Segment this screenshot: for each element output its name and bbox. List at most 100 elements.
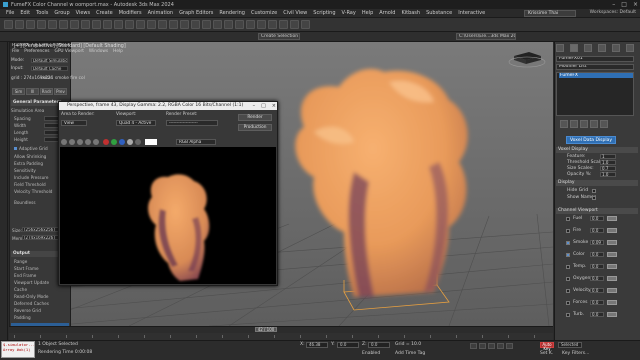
fumefx-menu-help[interactable]: Help [113,49,123,55]
menu-item-edit[interactable]: Edit [20,10,30,16]
menu-item-group[interactable]: Group [54,10,69,16]
copy-image-icon[interactable] [69,139,75,145]
workspace-selector[interactable]: Workspaces: Default [590,10,636,15]
voxel-display-header[interactable]: Voxel Display [556,147,638,153]
clone-window-icon[interactable] [77,139,83,145]
clear-icon[interactable] [93,139,99,145]
menu-item-civil-view[interactable]: Civil View [283,10,307,16]
modify-tab-icon[interactable] [570,44,578,52]
menu-item-create[interactable]: Create [96,10,113,16]
print-icon[interactable] [85,139,91,145]
schematic-view-icon[interactable] [224,20,233,29]
go-to-end-icon[interactable] [506,343,513,349]
voxel-param-value-1[interactable]: 1.0 [600,160,616,165]
channel-color-swatch-6[interactable] [607,288,617,293]
channel-value-7[interactable]: 0.0 [590,300,604,305]
go-to-start-icon[interactable] [470,343,477,349]
show-end-result-icon[interactable] [570,120,578,128]
menu-item-animation[interactable]: Animation [148,10,174,16]
menu-item-modifiers[interactable]: Modifiers [119,10,142,16]
pivot-icon[interactable] [158,20,167,29]
select-object-icon[interactable] [70,20,79,29]
link-icon[interactable] [26,20,35,29]
display-checkbox-1[interactable] [592,196,596,200]
fumefx-tab-rndr[interactable]: Rndr [40,88,53,95]
enabled-toggle[interactable]: Enabled [362,351,380,356]
menu-item-graph-editors[interactable]: Graph Editors [179,10,213,16]
project-path-dropdown[interactable]: C:\Users\Ele...3ds Max 2024 [456,33,516,40]
redo-icon[interactable] [15,20,24,29]
configure-sets-icon[interactable] [600,120,608,128]
rotate-icon[interactable] [125,20,134,29]
channel-value-6[interactable]: 0.0 [590,288,604,293]
channel-value-2[interactable]: 0.09 [590,240,604,245]
channel-value-0[interactable]: 0.0 [590,216,604,221]
channel-checkbox-temp-[interactable] [566,265,570,269]
channel-viewport-header[interactable]: Channel Viewport [556,208,638,214]
time-slider[interactable]: 42 / 100 [255,327,277,332]
play-icon[interactable] [488,343,495,349]
curve-editor-icon[interactable] [213,20,222,29]
channel-value-1[interactable]: 0.0 [590,228,604,233]
make-unique-icon[interactable] [580,120,588,128]
reference-coord-icon[interactable] [147,20,156,29]
menu-item-views[interactable]: Views [76,10,90,16]
signin-field[interactable]: Krissime Thai [524,10,576,17]
frame-close-icon[interactable]: × [272,103,276,109]
mode-dropdown[interactable]: Default Simulation [31,58,68,63]
channel-checkbox-color[interactable] [566,253,570,257]
channel-color-swatch-8[interactable] [607,312,617,317]
viewport-dropdown[interactable]: Quad 4 - Active [116,120,156,126]
display-checkbox-0[interactable] [592,189,596,193]
auto-key-button[interactable]: Auto Key [540,342,554,351]
channel-checkbox-oxygen[interactable] [566,277,570,281]
menu-item-file[interactable]: File [6,10,14,16]
voxel-param-value-2[interactable]: 0.7 [600,166,616,171]
channel-color-swatch-4[interactable] [607,264,617,269]
fumefx-tab-sim[interactable]: Sim [12,88,25,95]
selection-set-dropdown[interactable]: Create Selection Se [258,33,300,40]
channel-checkbox-velocity[interactable] [566,289,570,293]
red-channel-icon[interactable] [103,139,109,145]
mono-icon[interactable] [135,139,141,145]
y-coordinate[interactable]: 0.0 [337,342,359,348]
fumefx-menu-file[interactable]: File [12,49,19,55]
arnold-icon[interactable] [290,20,299,29]
input-dropdown[interactable]: Default Cache [31,66,68,71]
production-dropdown[interactable]: Production [238,124,272,131]
viewport-label[interactable]: [+] [Perspective] [Standard] [Default Sh… [14,44,126,49]
menu-item-v-ray[interactable]: V-Ray [342,10,356,16]
menu-item-tools[interactable]: Tools [36,10,48,16]
utilities-tab-icon[interactable] [626,44,634,52]
save-image-icon[interactable] [61,139,67,145]
select-by-name-icon[interactable] [81,20,90,29]
channel-color-swatch-5[interactable] [607,276,617,281]
fumefx-menu-preferences[interactable]: Preferences [24,49,49,55]
material-editor-icon[interactable] [235,20,244,29]
rectangle-select-icon[interactable] [92,20,101,29]
previous-frame-icon[interactable] [479,343,486,349]
align-icon[interactable] [180,20,189,29]
menu-item-interactive[interactable]: Interactive [458,10,485,16]
minimize-icon[interactable]: – [612,1,615,8]
channel-value-3[interactable]: 0.0 [590,252,604,257]
channel-color-swatch-0[interactable] [607,216,617,221]
channel-color-swatch-3[interactable] [607,252,617,257]
selection-filter-icon[interactable] [59,20,68,29]
channel-value-4[interactable]: 0.0 [590,264,604,269]
unlink-icon[interactable] [37,20,46,29]
green-channel-icon[interactable] [111,139,117,145]
fumefx-menu-windows[interactable]: Windows [89,49,108,55]
voxel-param-value-3[interactable]: 1.0 [600,172,616,177]
key-filters-button[interactable]: Key Filters... [562,351,589,356]
scene-explorer-icon[interactable] [202,20,211,29]
menu-item-scripting[interactable]: Scripting [313,10,335,16]
adaptive-grid-checkbox[interactable] [14,147,17,150]
render-iterative-icon[interactable] [279,20,288,29]
render-preset-dropdown[interactable]: ------------------- [166,120,218,126]
menu-item-customize[interactable]: Customize [251,10,277,16]
channel-color-swatch-2[interactable] [607,240,617,245]
z-coordinate[interactable]: 0.0 [368,342,390,348]
menu-item-arnold[interactable]: Arnold [379,10,395,16]
render-setup-icon[interactable] [246,20,255,29]
